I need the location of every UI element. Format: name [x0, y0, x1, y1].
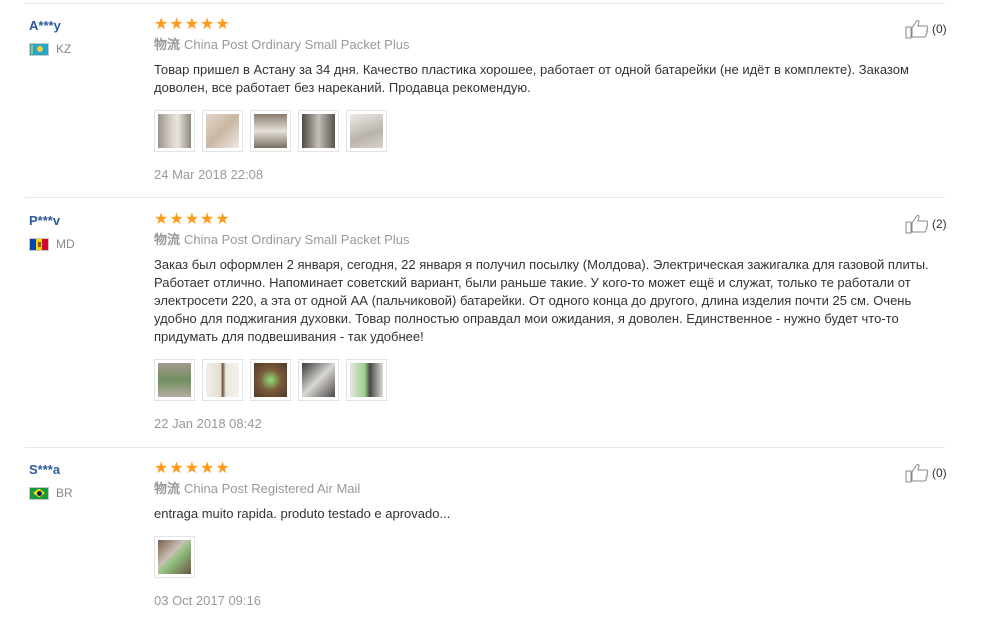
review-photo-thumbnail[interactable]	[346, 359, 387, 401]
logistics-info: 物流 China Post Ordinary Small Packet Plus	[154, 37, 954, 53]
star-icon: ★	[154, 460, 169, 477]
star-icon: ★	[184, 460, 200, 477]
logistics-method: China Post Ordinary Small Packet Plus	[184, 232, 410, 247]
star-icon: ★	[169, 16, 184, 33]
logistics-label: 物流	[154, 232, 181, 247]
reviewer-info: A***y KZ	[29, 18, 71, 56]
helpful-count: (2)	[932, 217, 947, 231]
thumbs-up-icon[interactable]	[905, 214, 929, 234]
review-date: 24 Mar 2018 22:08	[154, 167, 264, 182]
flag-kz-icon	[29, 42, 49, 56]
star-icon: ★	[169, 211, 184, 228]
star-icon: ★	[184, 16, 200, 33]
country-code: BR	[56, 485, 73, 500]
review-content: ★ ★ ★ ★ ★ 物流 China Post Ordinary Small Pa…	[154, 17, 954, 183]
logistics-info: 物流 China Post Ordinary Small Packet Plus	[154, 232, 954, 248]
star-rating: ★ ★ ★ ★ ★	[154, 17, 954, 33]
logistics-method: China Post Ordinary Small Packet Plus	[184, 37, 410, 52]
reviewer-info: P***v MD	[29, 213, 75, 251]
logistics-method: China Post Registered Air Mail	[184, 481, 361, 496]
review-content: ★ ★ ★ ★ ★ 物流 China Post Ordinary Small Pa…	[154, 212, 954, 432]
star-icon: ★	[184, 211, 200, 228]
reviewer-country: MD	[29, 237, 75, 251]
review-photo-thumbnail[interactable]	[154, 536, 195, 578]
helpful-count: (0)	[932, 22, 947, 36]
reviewer-name: P***v	[29, 213, 61, 228]
flag-md-icon	[29, 237, 49, 251]
reviewer-country: BR	[29, 486, 73, 500]
star-icon: ★	[215, 211, 230, 228]
helpful-count: (0)	[932, 466, 947, 480]
country-code: KZ	[56, 41, 72, 56]
star-icon: ★	[169, 460, 184, 477]
star-icon: ★	[154, 211, 169, 228]
review-photos	[154, 359, 954, 401]
star-rating: ★ ★ ★ ★ ★	[154, 461, 954, 477]
review-photo-thumbnail[interactable]	[154, 359, 195, 401]
review-photo-thumbnail[interactable]	[154, 110, 195, 152]
star-icon: ★	[200, 460, 215, 477]
reviewer-info: S***a BR	[29, 462, 73, 500]
helpful-vote[interactable]: (0)	[905, 19, 947, 39]
star-icon: ★	[200, 211, 215, 228]
thumbs-up-icon[interactable]	[905, 19, 929, 39]
top-divider	[25, 3, 945, 4]
review-text: Товар пришел в Астану за 34 дня. Качеств…	[154, 62, 909, 95]
star-icon: ★	[215, 16, 230, 33]
star-rating: ★ ★ ★ ★ ★	[154, 212, 954, 228]
review-photo-thumbnail[interactable]	[250, 359, 291, 401]
review-photos	[154, 110, 954, 152]
reviewer-name: A***y	[29, 18, 61, 33]
country-code: MD	[56, 236, 75, 251]
review-content: ★ ★ ★ ★ ★ 物流 China Post Registered Air Ma…	[154, 461, 954, 609]
logistics-label: 物流	[154, 37, 181, 52]
review-photos	[154, 536, 954, 578]
review-date: 03 Oct 2017 09:16	[154, 593, 261, 608]
review-text: Заказ был оформлен 2 января, сегодня, 22…	[154, 257, 929, 344]
review-photo-thumbnail[interactable]	[202, 359, 243, 401]
review-photo-thumbnail[interactable]	[250, 110, 291, 152]
logistics-label: 物流	[154, 481, 181, 496]
logistics-info: 物流 China Post Registered Air Mail	[154, 481, 954, 497]
review-divider	[25, 197, 945, 198]
star-icon: ★	[200, 16, 215, 33]
reviewer-name: S***a	[29, 462, 61, 477]
star-icon: ★	[215, 460, 230, 477]
review-photo-thumbnail[interactable]	[346, 110, 387, 152]
thumbs-up-icon[interactable]	[905, 463, 929, 483]
reviewer-country: KZ	[29, 42, 71, 56]
review-date: 22 Jan 2018 08:42	[154, 416, 262, 431]
flag-br-icon	[29, 486, 49, 500]
review-text: entraga muito rapida. produto testado e …	[154, 506, 451, 521]
review-photo-thumbnail[interactable]	[298, 359, 339, 401]
review-photo-thumbnail[interactable]	[202, 110, 243, 152]
review-photo-thumbnail[interactable]	[298, 110, 339, 152]
helpful-vote[interactable]: (2)	[905, 214, 947, 234]
helpful-vote[interactable]: (0)	[905, 463, 947, 483]
review-divider	[25, 447, 945, 448]
star-icon: ★	[154, 16, 169, 33]
